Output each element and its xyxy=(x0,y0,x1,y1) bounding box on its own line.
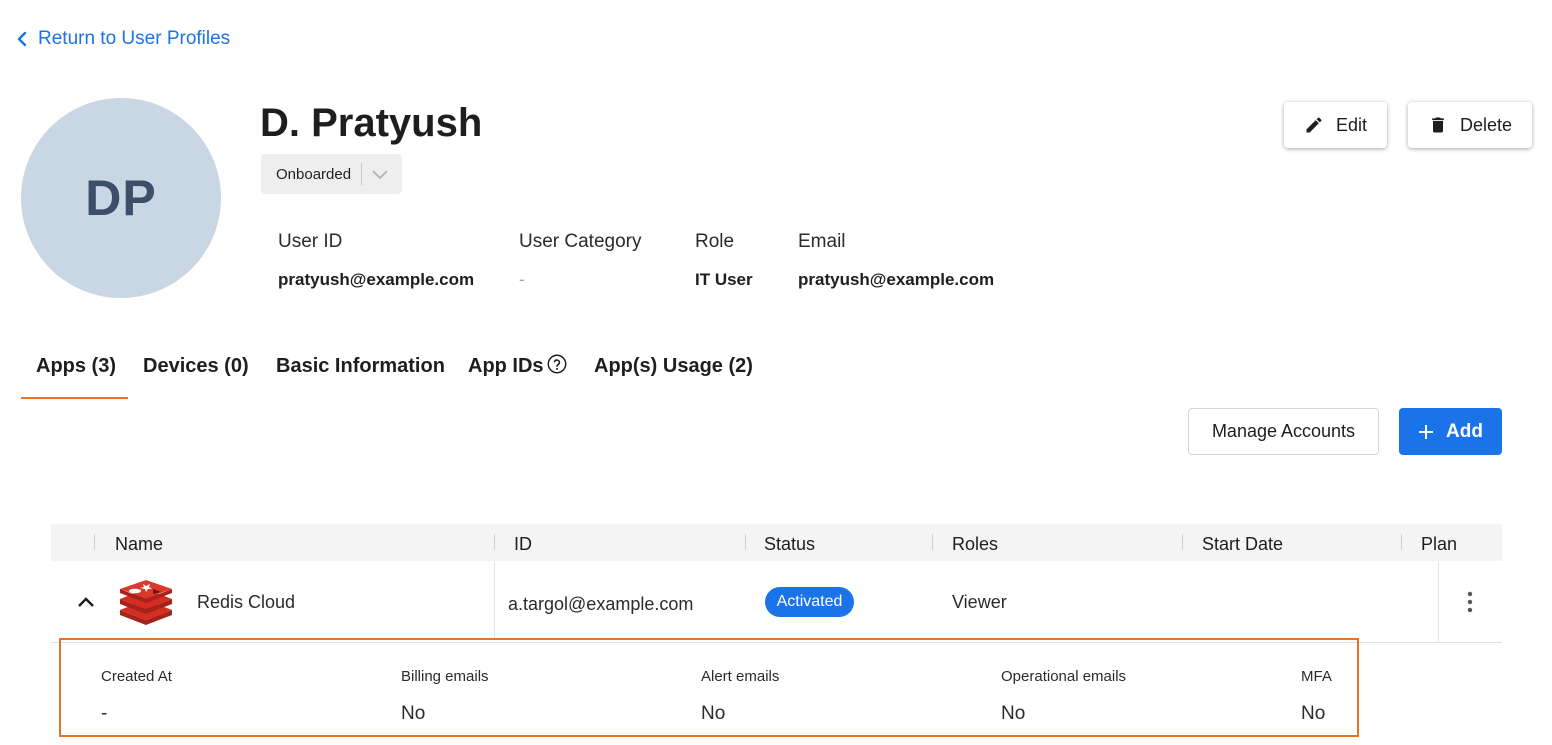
column-header-roles[interactable]: Roles xyxy=(952,534,998,555)
tab-devices-label: Devices (0) xyxy=(143,355,249,377)
tab-basic-information-label: Basic Information xyxy=(276,355,445,377)
column-header-status[interactable]: Status xyxy=(764,534,815,555)
app-account-id: a.targol@example.com xyxy=(508,594,694,614)
tab-apps-label: Apps (3) xyxy=(36,355,116,377)
redis-logo-icon xyxy=(119,580,173,626)
column-separator xyxy=(1182,534,1183,550)
status-badge: Activated xyxy=(765,587,854,617)
tab-app-ids-label: App IDs xyxy=(468,355,544,377)
detail-value-created-at: - xyxy=(101,703,108,724)
detail-label-operational-emails: Operational emails xyxy=(1001,668,1127,685)
detail-value-mfa: No xyxy=(1301,703,1326,724)
detail-value-alert-emails: No xyxy=(701,703,726,724)
detail-label-alert-emails: Alert emails xyxy=(701,668,780,685)
tab-devices[interactable]: Devices (0) xyxy=(143,355,249,378)
add-button[interactable]: Add xyxy=(1399,408,1502,455)
active-tab-indicator xyxy=(21,397,128,399)
user-category-label: User Category xyxy=(519,231,642,252)
avatar: DP xyxy=(21,98,221,298)
tab-app-usage[interactable]: App(s) Usage (2) xyxy=(594,355,753,378)
user-category-value: - xyxy=(519,270,525,289)
email-label: Email xyxy=(798,231,846,252)
delete-button-label: Delete xyxy=(1459,114,1513,135)
edit-button[interactable]: Edit xyxy=(1284,102,1387,148)
tab-app-ids[interactable]: App IDs xyxy=(468,353,568,378)
chevron-up-icon xyxy=(78,597,94,607)
status-dropdown[interactable]: Onboarded xyxy=(261,154,402,194)
role-label: Role xyxy=(695,231,735,252)
pencil-icon xyxy=(1306,117,1322,133)
manage-accounts-button[interactable]: Manage Accounts xyxy=(1188,408,1379,455)
email-value: pratyush@example.com xyxy=(798,270,995,289)
return-link-label: Return to User Profiles xyxy=(38,28,231,49)
column-header-plan[interactable]: Plan xyxy=(1421,534,1457,555)
detail-label-billing-emails: Billing emails xyxy=(401,668,489,685)
tab-basic-information[interactable]: Basic Information xyxy=(276,355,445,378)
detail-label-mfa: MFA xyxy=(1301,668,1332,685)
role-value: IT User xyxy=(695,270,753,289)
return-to-profiles-link[interactable]: Return to User Profiles xyxy=(16,28,230,50)
column-separator xyxy=(494,534,495,550)
manage-accounts-label: Manage Accounts xyxy=(1211,421,1356,441)
collapse-row-toggle[interactable] xyxy=(76,592,96,612)
avatar-initials: DP xyxy=(85,170,157,226)
chevron-down-icon xyxy=(372,170,388,180)
dropdown-separator xyxy=(361,163,362,185)
tab-apps[interactable]: Apps (3) xyxy=(36,355,116,378)
column-separator xyxy=(745,534,746,550)
detail-value-billing-emails: No xyxy=(401,703,426,724)
trash-icon xyxy=(1432,117,1444,133)
detail-value-operational-emails: No xyxy=(1001,703,1026,724)
column-header-id[interactable]: ID xyxy=(514,534,532,555)
edit-button-label: Edit xyxy=(1335,114,1368,135)
column-header-name[interactable]: Name xyxy=(115,534,163,555)
app-name[interactable]: Redis Cloud xyxy=(197,592,295,613)
column-separator xyxy=(932,534,933,550)
column-separator xyxy=(1401,534,1402,550)
row-column-divider xyxy=(494,561,495,639)
user-id-value: pratyush@example.com xyxy=(278,270,475,289)
user-id-label: User ID xyxy=(278,231,343,252)
row-more-options[interactable] xyxy=(1460,590,1480,614)
app-roles: Viewer xyxy=(952,592,1007,612)
page-title: D. Pratyush xyxy=(260,101,483,145)
column-separator xyxy=(94,534,95,550)
help-circle-icon[interactable] xyxy=(546,353,568,375)
detail-label-created-at: Created At xyxy=(101,668,172,685)
column-header-start-date[interactable]: Start Date xyxy=(1202,534,1283,555)
row-column-divider xyxy=(1438,561,1439,643)
more-vertical-icon xyxy=(1467,591,1473,613)
add-button-label: Add xyxy=(1446,420,1483,442)
chevron-left-icon xyxy=(17,31,27,47)
plus-icon xyxy=(1419,424,1434,439)
tab-app-usage-label: App(s) Usage (2) xyxy=(594,355,753,377)
status-dropdown-value: Onboarded xyxy=(276,165,352,183)
delete-button[interactable]: Delete xyxy=(1408,102,1532,148)
